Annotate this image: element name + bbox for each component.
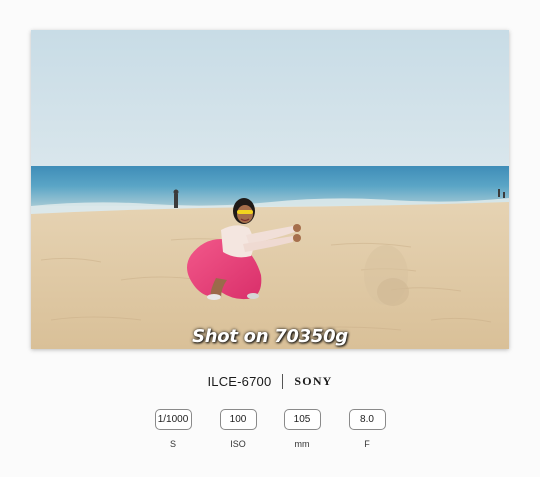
shutter-speed-label: S: [169, 439, 176, 449]
iso-param: 100 ISO: [218, 409, 258, 449]
brand-logo: SONY: [294, 373, 333, 388]
iso-value: 100: [219, 409, 257, 430]
iso-label: ISO: [230, 439, 246, 449]
focal-length-label: mm: [294, 439, 310, 449]
shutter-speed-param: 1/1000 S: [153, 409, 193, 449]
beach-photo: Shot on 70350g: [31, 30, 509, 349]
shutter-speed-value: 1/1000: [154, 409, 192, 430]
photo-card: Shot on 70350g ILCE-6700 SONY 1/1000 S 1…: [0, 0, 540, 477]
aperture-label: F: [364, 439, 370, 449]
aperture-value: 8.0: [348, 409, 386, 430]
camera-info: ILCE-6700 SONY: [0, 372, 540, 390]
beach-photo-image: [31, 30, 509, 349]
focal-length-value: 105: [283, 409, 321, 430]
focal-length-param: 105 mm: [282, 409, 322, 449]
shot-on-watermark: Shot on 70350g: [192, 326, 348, 347]
aperture-param: 8.0 F: [347, 409, 387, 449]
separator: [282, 373, 284, 389]
camera-model: ILCE-6700: [207, 373, 272, 389]
